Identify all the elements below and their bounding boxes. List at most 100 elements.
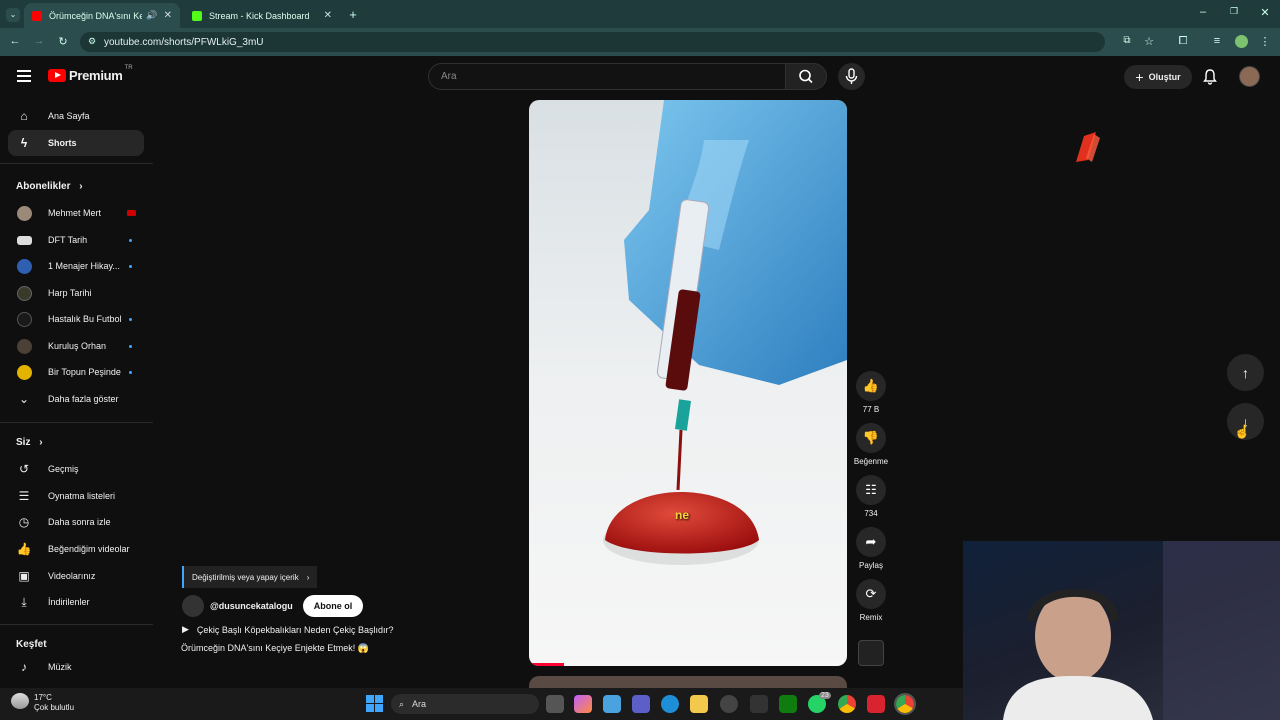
sidebar-item-your-videos[interactable]: ▣ Videolarınız	[8, 563, 144, 589]
video-icon: ▣	[18, 569, 30, 583]
widgets-icon[interactable]	[603, 695, 621, 713]
taskbar-search[interactable]: ⌕ Ara	[391, 694, 539, 714]
teams-icon[interactable]	[632, 695, 650, 713]
media-control-icon[interactable]: ≡	[1210, 35, 1224, 47]
sidebar-item-channel[interactable]: Kuruluş Orhan	[8, 333, 144, 359]
task-view-icon[interactable]	[546, 695, 564, 713]
sidebar-item-channel[interactable]: Bir Topun Peşinde	[8, 359, 144, 385]
mouse-cursor-icon: ☝	[1234, 424, 1251, 439]
video-progress-fill	[529, 663, 564, 666]
account-avatar[interactable]	[1239, 66, 1260, 87]
bookmark-star-icon[interactable]: ☆	[1142, 35, 1156, 48]
search-input[interactable]: Ara	[428, 63, 786, 90]
settings-gear-icon[interactable]	[720, 695, 738, 713]
channel-name[interactable]: @dusuncekatalogu	[210, 601, 293, 611]
new-tab-button[interactable]: +	[346, 7, 360, 22]
sidebar-item-channel[interactable]: DFT Tarih	[8, 227, 144, 253]
app-icon[interactable]	[867, 695, 885, 713]
dislike-button[interactable]: 👎 Beğenme	[854, 423, 888, 466]
channel-avatar	[16, 235, 32, 245]
new-content-dot	[129, 317, 132, 321]
sidebar-item-watch-later[interactable]: ◷ Daha sonra izle	[8, 509, 144, 535]
channel-thumbnail[interactable]	[858, 640, 884, 666]
video-progress-bar[interactable]	[529, 663, 847, 666]
install-app-icon[interactable]: ⧉	[1120, 35, 1134, 46]
share-icon: ➦	[856, 527, 886, 557]
video-frame	[603, 100, 847, 565]
sidebar-item-history[interactable]: ↺ Geçmiş	[8, 456, 144, 482]
youtube-premium-logo[interactable]: Premium TR	[48, 65, 133, 83]
close-tab-icon[interactable]: ✕	[164, 10, 172, 21]
subscribe-button[interactable]: Abone ol	[302, 595, 364, 617]
sidebar-item-shorts[interactable]: ϟ Shorts	[8, 130, 144, 156]
search-icon	[799, 69, 813, 84]
sidebar-item-home[interactable]: ⌂ Ana Sayfa	[8, 103, 144, 129]
altered-content-badge[interactable]: Değiştirilmiş veya yapay içerik ›	[182, 566, 318, 588]
show-more-button[interactable]: ⌄ Daha fazla göster	[8, 386, 144, 412]
remix-button[interactable]: ⟳ Remix	[856, 579, 886, 622]
chrome-icon[interactable]	[838, 695, 856, 713]
new-content-dot	[129, 370, 132, 374]
sidebar-item-liked-videos[interactable]: 👍 Beğendiğim videolar	[8, 536, 144, 562]
sidebar-item-playlists[interactable]: ☰ Oynatma listeleri	[8, 483, 144, 509]
edge-icon[interactable]	[661, 695, 679, 713]
chevron-down-icon: ⌄	[18, 392, 30, 406]
subscriptions-heading[interactable]: Abonelikler ›	[16, 181, 83, 192]
short-video-player[interactable]: ne	[529, 100, 847, 666]
voice-search-button[interactable]	[838, 63, 865, 90]
sidebar-item-channel[interactable]: Harp Tarihi	[8, 280, 144, 306]
back-icon[interactable]: ←	[8, 35, 22, 47]
address-bar[interactable]: ⚙ youtube.com/shorts/PFWLkiG_3mU	[80, 32, 1105, 52]
notifications-bell-icon[interactable]	[1202, 68, 1218, 90]
you-heading[interactable]: Siz ›	[16, 437, 43, 448]
like-button[interactable]: 👍 77 B	[856, 371, 886, 414]
microphone-icon	[845, 68, 858, 84]
reload-icon[interactable]: ↻	[56, 35, 70, 48]
xbox-icon[interactable]	[779, 695, 797, 713]
sidebar-divider	[0, 163, 153, 164]
copilot-icon[interactable]	[574, 695, 592, 713]
apps-grid-icon[interactable]	[750, 695, 768, 713]
history-icon: ↺	[18, 462, 30, 476]
music-icon: ♪	[21, 660, 27, 674]
new-content-dot	[129, 264, 132, 268]
sidebar-item-downloads[interactable]: ⤓ İndirilenler	[8, 589, 144, 615]
channel-avatar[interactable]	[182, 595, 204, 617]
extensions-icon[interactable]: ⧠	[1176, 35, 1190, 48]
site-info-icon[interactable]: ⚙	[88, 36, 96, 47]
sidebar-item-channel[interactable]: 1 Menajer Hikay...	[8, 253, 144, 279]
file-explorer-icon[interactable]	[690, 695, 708, 713]
new-content-dot	[129, 344, 132, 348]
playlist-icon: ☰	[18, 489, 30, 503]
related-video-link[interactable]: ▶ Çekiç Başlı Köpekbalıkları Neden Çekiç…	[182, 624, 394, 635]
play-icon: ▶	[182, 624, 189, 634]
share-button[interactable]: ➦ Paylaş	[856, 527, 886, 570]
explore-heading: Keşfet	[16, 639, 47, 650]
previous-short-button[interactable]: ↑	[1227, 354, 1264, 391]
audio-playing-icon[interactable]: 🔊	[146, 10, 157, 21]
restore-icon[interactable]: ❐	[1227, 6, 1241, 17]
close-tab-icon[interactable]: ✕	[324, 10, 332, 21]
minimize-icon[interactable]: –	[1196, 6, 1210, 18]
comments-button[interactable]: ☷ 734	[856, 475, 886, 518]
create-button[interactable]: + Oluştur	[1124, 65, 1192, 89]
weather-widget[interactable]: 17°C Çok bulutlu	[34, 693, 74, 713]
sidebar-item-channel[interactable]: Hastalık Bu Futbol	[8, 306, 144, 332]
youtube-play-icon	[48, 69, 66, 82]
browser-menu-icon[interactable]: ⋮	[1258, 35, 1272, 48]
hamburger-menu-icon[interactable]	[17, 70, 31, 82]
windows-start-icon[interactable]	[366, 695, 383, 712]
sidebar-item-channel[interactable]: Mehmet Mert	[8, 200, 144, 226]
sidebar-item-music[interactable]: ♪ Müzik	[8, 654, 144, 680]
close-window-icon[interactable]: ✕	[1258, 6, 1272, 19]
sidebar-divider	[0, 422, 153, 423]
tab-youtube[interactable]: Örümceğin DNA'sını Keçiye 🔊 ✕	[24, 3, 180, 28]
channel-avatar	[16, 205, 32, 221]
tab-kick[interactable]: Stream - Kick Dashboard ✕	[184, 3, 340, 28]
search-button[interactable]	[785, 63, 827, 90]
chrome-active-icon[interactable]	[894, 693, 916, 715]
forward-icon[interactable]: →	[32, 35, 46, 47]
webcam-overlay	[963, 541, 1280, 720]
profile-icon[interactable]	[1235, 35, 1248, 48]
tab-search-button[interactable]: ⌄	[6, 8, 20, 22]
